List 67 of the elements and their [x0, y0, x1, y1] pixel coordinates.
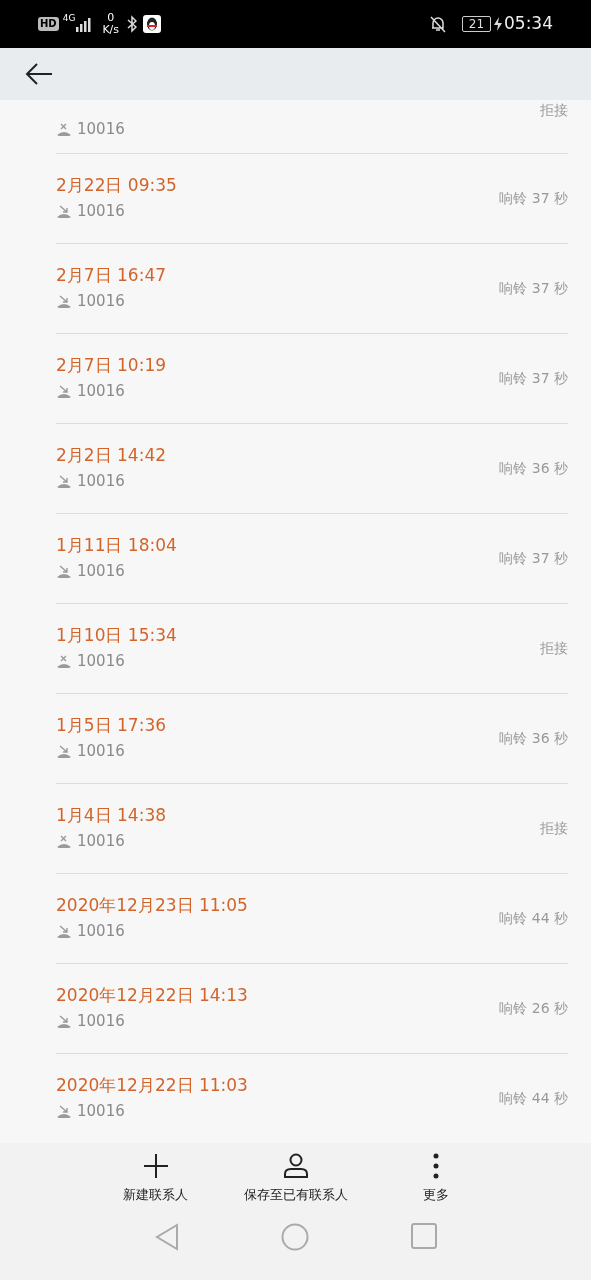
ring-duration: 响铃 44 秒 [499, 909, 568, 928]
ring-duration: 响铃 36 秒 [499, 459, 568, 478]
charging-icon [494, 17, 502, 31]
rejected-call-icon [56, 122, 72, 137]
call-date: 1月10日 15:34 [56, 624, 178, 647]
phone-number: 10016 [77, 1101, 125, 1123]
speed-value: 0 [107, 12, 115, 24]
phone-number: 10016 [77, 201, 125, 223]
bluetooth-icon [127, 15, 138, 33]
person-icon [282, 1153, 309, 1179]
missed-call-icon [56, 474, 72, 489]
action-button[interactable]: 保存至已有联系人 [225, 1153, 366, 1205]
phone-number: 10016 [77, 471, 125, 493]
ring-duration: 响铃 37 秒 [499, 279, 568, 298]
phone-number: 10016 [77, 831, 125, 853]
ring-duration: 响铃 36 秒 [499, 729, 568, 748]
recents-nav-icon[interactable] [410, 1222, 437, 1249]
phone-number: 10016 [77, 381, 125, 403]
ring-duration: 响铃 37 秒 [499, 369, 568, 388]
call-date: 1月4日 14:38 [56, 804, 168, 827]
back-icon [25, 62, 53, 86]
back-nav-icon[interactable] [154, 1222, 179, 1251]
plus-icon [142, 1153, 169, 1179]
missed-call-icon [56, 744, 72, 759]
missed-call-icon [56, 294, 72, 309]
call-date: 1月11日 18:04 [56, 534, 178, 557]
missed-call-icon [56, 1014, 72, 1029]
call-date: 2月2日 14:42 [56, 444, 168, 467]
missed-call-icon [56, 384, 72, 399]
network-type: 4G [62, 14, 76, 23]
phone-number: 10016 [77, 921, 125, 943]
call-date: 2月22日 09:35 [56, 174, 178, 197]
phone-number: 10016 [77, 291, 125, 313]
missed-call-icon [56, 1104, 72, 1119]
ring-duration: 响铃 44 秒 [499, 1089, 568, 1108]
missed-call-icon [56, 204, 72, 219]
call-date: 2月7日 10:19 [56, 354, 168, 377]
phone-number: 10016 [77, 1011, 125, 1033]
action-button[interactable]: 更多 [365, 1153, 506, 1205]
action-button[interactable]: 新建联系人 [85, 1153, 226, 1205]
rejected-call-icon [56, 834, 72, 849]
call-date: 2020年12月23日 11:05 [56, 894, 249, 917]
ring-duration: 响铃 37 秒 [499, 549, 568, 568]
call-status: 拒接 [540, 639, 568, 658]
call-status: 拒接 [540, 819, 568, 838]
more-icon [432, 1153, 439, 1179]
phone-number: 10016 [77, 119, 125, 141]
speed-unit: K/s [102, 24, 120, 36]
clock: 05:34 [504, 12, 553, 36]
ring-duration: 响铃 37 秒 [499, 189, 568, 208]
missed-call-icon [56, 924, 72, 939]
battery-icon: 21 [462, 16, 491, 32]
phone-number: 10016 [77, 741, 125, 763]
rejected-call-icon [56, 654, 72, 669]
call-date: 2020年12月22日 11:03 [56, 1074, 249, 1097]
hd-icon: HD [38, 17, 59, 31]
bell-off-icon [430, 15, 446, 33]
phone-number: 10016 [77, 561, 125, 583]
call-date: 2月7日 16:47 [56, 264, 168, 287]
app-icon [143, 15, 162, 33]
ring-duration: 响铃 26 秒 [499, 999, 568, 1018]
call-date: 1月5日 17:36 [56, 714, 168, 737]
phone-number: 10016 [77, 651, 125, 673]
call-status: 拒接 [540, 101, 568, 120]
home-nav-icon[interactable] [280, 1222, 309, 1251]
missed-call-icon [56, 564, 72, 579]
call-date: 2020年12月22日 14:13 [56, 984, 249, 1007]
